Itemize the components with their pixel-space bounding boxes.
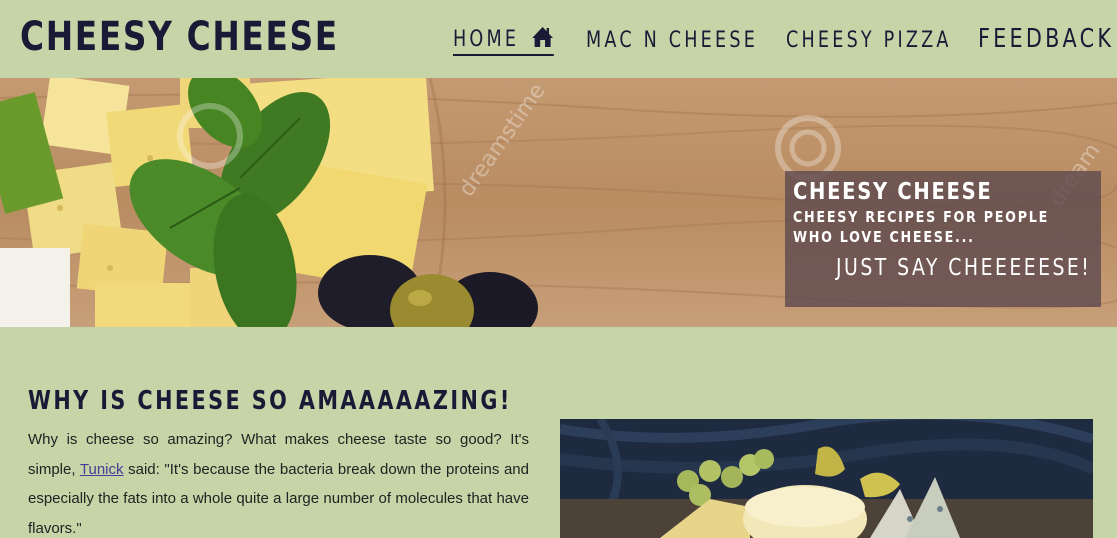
hero-banner: dreamstime dream CHEESY CHEESE CHEESY RE… [0,78,1117,327]
home-icon [532,27,553,47]
nav-feedback[interactable]: FEEDBACK [978,24,1114,54]
hero-caption: CHEESY CHEESE CHEESY RECIPES FOR PEOPLE … [785,171,1101,307]
nav-home-label: HOME [453,27,520,52]
tunick-link[interactable]: Tunick [80,461,124,478]
nav-home[interactable]: HOME [453,26,554,56]
nav-cheesy-pizza[interactable]: CHEESY PIZZA [786,28,952,53]
site-header: CHEESY CHEESE HOME MAC N CHEESE CHEESY P… [0,0,1117,78]
hero-title: CHEESY CHEESE [793,179,993,205]
section-title: WHY IS CHEESE SO AMAAAAAZING! [28,386,512,416]
hero-subtitle: CHEESY RECIPES FOR PEOPLE WHO LOVE CHEES… [793,208,1049,246]
cheese-board-image [560,419,1093,538]
hero-tagline: JUST SAY CHEEEEESE! [835,255,1091,281]
site-logo[interactable]: CHEESY CHEESE [20,14,339,60]
intro-paragraph: Why is cheese so amazing? What makes che… [28,425,529,538]
nav-mac-n-cheese[interactable]: MAC N CHEESE [586,28,758,53]
